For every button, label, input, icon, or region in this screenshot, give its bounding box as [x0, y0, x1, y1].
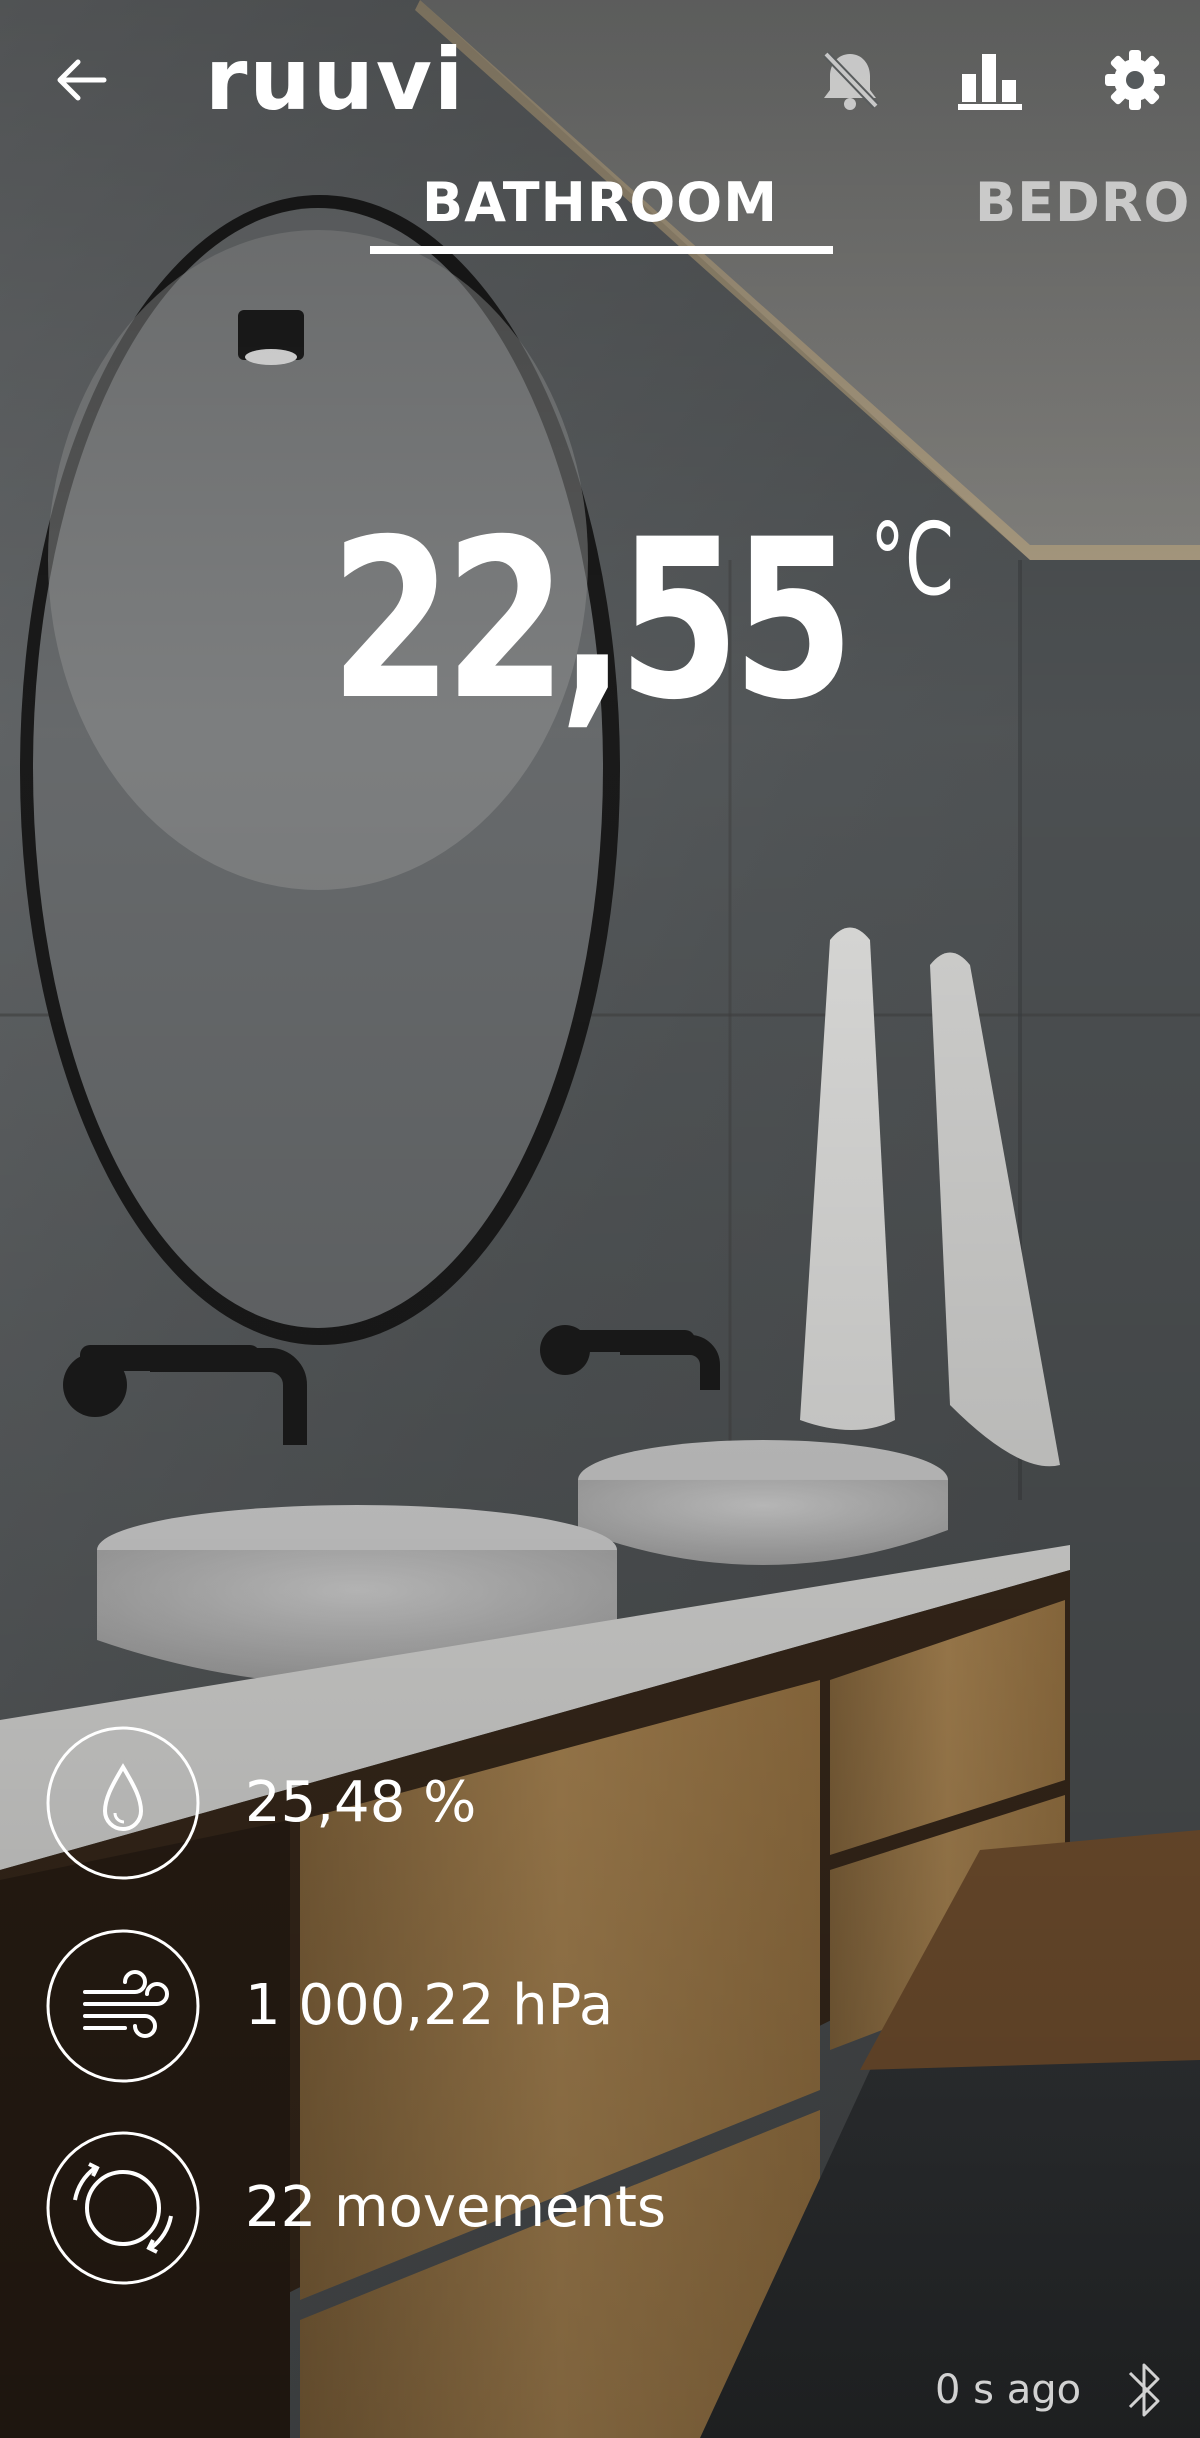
- wind-pressure-icon: [46, 1929, 200, 2083]
- bluetooth-icon: [1128, 2363, 1160, 2417]
- active-tab-indicator: [370, 246, 833, 254]
- tab-bathroom[interactable]: BATHROOM: [370, 168, 830, 238]
- bar-chart-icon: [958, 54, 1022, 110]
- temperature-display: 22,55 °C: [330, 490, 1030, 750]
- settings-button[interactable]: [1095, 40, 1175, 120]
- humidity-drop-icon: [46, 1726, 200, 1880]
- temperature-value: 22,55: [330, 492, 855, 748]
- movements-row: 22 movements: [45, 2130, 945, 2290]
- movements-value: 22 movements: [245, 2175, 667, 2240]
- last-updated: 0 s ago: [935, 2367, 1082, 2413]
- movement-cycle-icon: [46, 2131, 200, 2285]
- alerts-button[interactable]: [810, 40, 890, 120]
- pressure-row: 1 000,22 hPa: [45, 1928, 945, 2088]
- back-button[interactable]: [40, 40, 120, 120]
- ruuvi-logo: ruuvi: [205, 30, 466, 130]
- arrow-left-icon: [57, 59, 107, 101]
- temperature-unit: °C: [870, 501, 954, 618]
- humidity-value: 25,48 %: [245, 1770, 477, 1835]
- history-button[interactable]: [950, 40, 1030, 120]
- pressure-value: 1 000,22 hPa: [245, 1973, 614, 2038]
- tab-bedroom[interactable]: BEDRO: [975, 168, 1190, 238]
- gear-icon: [1105, 50, 1165, 110]
- humidity-row: 25,48 %: [45, 1725, 945, 1885]
- top-bar: ruuvi: [0, 0, 1200, 160]
- bell-off-icon: [823, 51, 879, 110]
